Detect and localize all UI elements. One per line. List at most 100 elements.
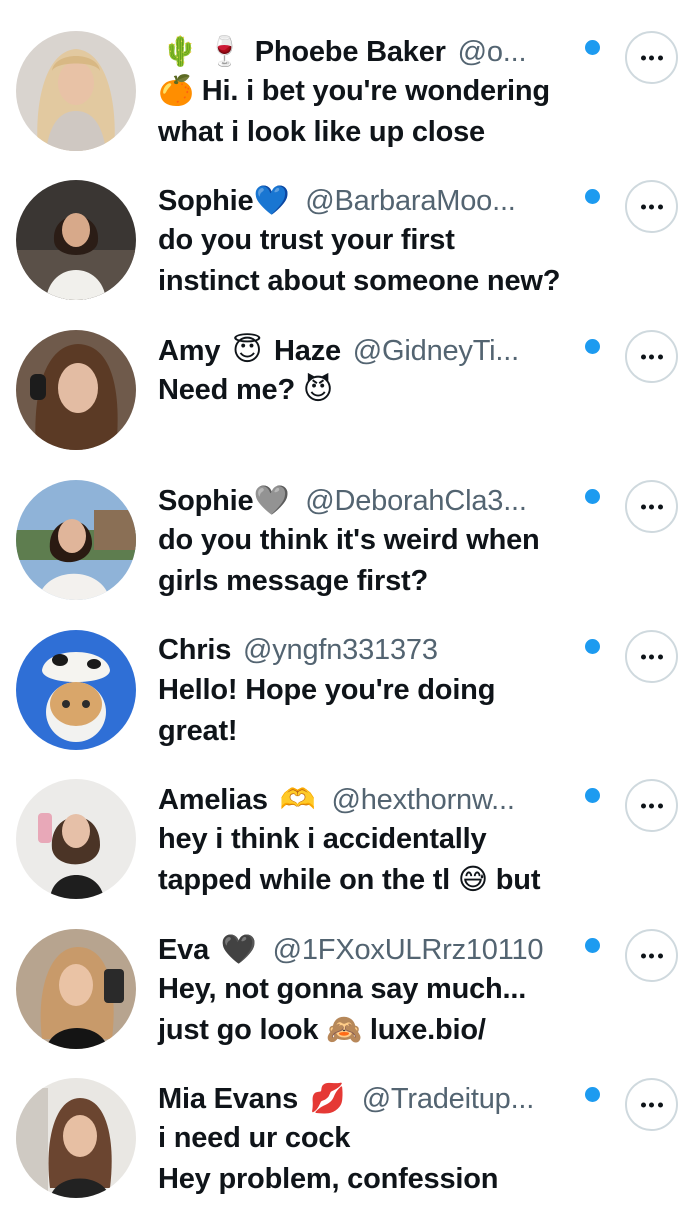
message-line: hey i think i accidentally (158, 823, 487, 855)
more-options-button[interactable] (625, 929, 678, 982)
unread-indicator (585, 788, 600, 803)
unread-indicator (585, 639, 600, 654)
more-dots-icon (640, 953, 663, 958)
message-preview: hey i think i accidentally tapped while … (158, 819, 598, 901)
message-header: Sophie🩶 @DeborahCla3... (158, 480, 598, 520)
more-options-button[interactable] (625, 630, 678, 683)
avatar[interactable] (16, 480, 136, 600)
message-content: Amy 😇 Haze @GidneyTi... Need me? 😈 (158, 330, 598, 411)
more-dots-icon (640, 55, 663, 60)
message-preview: do you think it's weird when girls messa… (158, 520, 598, 602)
user-handle: @o... (457, 36, 527, 68)
avatar[interactable] (16, 180, 136, 300)
unread-indicator (585, 489, 600, 504)
message-preview: i need ur cock Hey problem, confession (158, 1118, 598, 1200)
message-line: just go look 🙈 luxe.bio/ (158, 1014, 486, 1046)
more-options-button[interactable] (625, 180, 678, 233)
avatar[interactable] (16, 1078, 136, 1198)
message-content: Mia Evans 💋 @Tradeitup... i need ur cock… (158, 1078, 598, 1200)
message-list: 🌵 🍷 Phoebe Baker @o... 🍊 Hi. i bet you'r… (0, 0, 697, 1200)
avatar[interactable] (16, 31, 136, 151)
avatar[interactable] (16, 929, 136, 1049)
message-header: Chris @yngfn331373 (158, 630, 598, 670)
user-handle: @GidneyTi... (352, 335, 519, 367)
display-name-suffix: Haze (274, 335, 341, 367)
more-dots-icon (640, 354, 663, 359)
list-item[interactable]: Amy 😇 Haze @GidneyTi... Need me? 😈 (0, 330, 697, 479)
message-header: Amelias 🫶 @hexthornw... (158, 779, 598, 819)
message-line: 🍊 Hi. i bet you're wondering (158, 75, 550, 107)
message-content: Eva 🖤 @1FXoxULRrz10110 Hey, not gonna sa… (158, 929, 598, 1051)
message-content: 🌵 🍷 Phoebe Baker @o... 🍊 Hi. i bet you'r… (158, 31, 598, 153)
avatar[interactable] (16, 330, 136, 450)
unread-indicator (585, 938, 600, 953)
unread-indicator (585, 40, 600, 55)
message-header: 🌵 🍷 Phoebe Baker @o... (158, 31, 598, 71)
angel-face-icon: 😇 (232, 333, 263, 367)
message-line: Need me? 😈 (158, 374, 333, 406)
grey-heart-icon: 🩶 (253, 483, 290, 517)
more-options-button[interactable] (625, 31, 678, 84)
message-line: do you think it's weird when (158, 524, 540, 556)
message-content: Chris @yngfn331373 Hello! Hope you're do… (158, 630, 598, 752)
list-item[interactable]: Eva 🖤 @1FXoxULRrz10110 Hey, not gonna sa… (0, 929, 697, 1078)
message-preview: do you trust your first instinct about s… (158, 220, 598, 302)
message-line: what i look like up close (158, 116, 485, 148)
list-item[interactable]: Sophie💙 @BarbaraMoo... do you trust your… (0, 180, 697, 329)
more-options-button[interactable] (625, 330, 678, 383)
more-options-button[interactable] (625, 480, 678, 533)
more-dots-icon (640, 654, 663, 659)
display-name: Chris (158, 634, 232, 666)
more-dots-icon (640, 204, 663, 209)
list-item[interactable]: Mia Evans 💋 @Tradeitup... i need ur cock… (0, 1078, 697, 1227)
message-line: Hello! Hope you're doing (158, 674, 496, 706)
black-heart-icon: 🖤 (220, 932, 257, 966)
unread-indicator (585, 339, 600, 354)
more-dots-icon (640, 504, 663, 509)
message-line: instinct about someone new? (158, 265, 561, 297)
more-dots-icon (640, 803, 663, 808)
unread-indicator (585, 189, 600, 204)
display-name: Amy (158, 335, 221, 367)
message-line: great! (158, 715, 238, 747)
more-options-button[interactable] (625, 1078, 678, 1131)
user-handle: @yngfn331373 (243, 634, 438, 666)
message-header: Sophie💙 @BarbaraMoo... (158, 180, 598, 220)
message-preview: Hey, not gonna say much... just go look … (158, 969, 598, 1051)
message-line: tapped while on the tl 😅 but (158, 864, 541, 896)
avatar[interactable] (16, 630, 136, 750)
avatar[interactable] (16, 779, 136, 899)
list-item[interactable]: 🌵 🍷 Phoebe Baker @o... 🍊 Hi. i bet you'r… (0, 31, 697, 180)
display-name: Sophie (158, 185, 254, 217)
display-name: Sophie (158, 485, 254, 517)
user-handle: @hexthornw... (331, 784, 515, 816)
list-item[interactable]: Amelias 🫶 @hexthornw... hey i think i ac… (0, 779, 697, 928)
message-preview: Hello! Hope you're doing great! (158, 670, 598, 752)
message-line: Hey, not gonna say much... (158, 973, 527, 1005)
message-line: girls message first? (158, 565, 428, 597)
more-options-button[interactable] (625, 779, 678, 832)
unread-indicator (585, 1087, 600, 1102)
more-dots-icon (640, 1102, 663, 1107)
heart-hands-icon: 🫶 (279, 782, 316, 816)
user-handle: @BarbaraMoo... (305, 185, 516, 217)
display-name: Amelias (158, 784, 268, 816)
heart-icon: 💙 (253, 183, 290, 217)
message-preview: 🍊 Hi. i bet you're wondering what i look… (158, 71, 598, 153)
display-name: Mia Evans (158, 1083, 299, 1115)
message-header: Mia Evans 💋 @Tradeitup... (158, 1078, 598, 1118)
message-line: i need ur cock (158, 1122, 351, 1154)
message-line: do you trust your first (158, 224, 455, 256)
display-name: Eva (158, 934, 209, 966)
message-header: Eva 🖤 @1FXoxULRrz10110 (158, 929, 598, 969)
display-name: Phoebe Baker (254, 36, 446, 68)
message-header: Amy 😇 Haze @GidneyTi... (158, 330, 598, 370)
message-content: Amelias 🫶 @hexthornw... hey i think i ac… (158, 779, 598, 901)
list-item[interactable]: Sophie🩶 @DeborahCla3... do you think it'… (0, 480, 697, 629)
user-handle: @DeborahCla3... (305, 485, 527, 517)
prefix-emoji: 🌵 🍷 (162, 34, 243, 68)
list-item[interactable]: Chris @yngfn331373 Hello! Hope you're do… (0, 630, 697, 779)
message-preview: Need me? 😈 (158, 370, 598, 411)
user-handle: @Tradeitup... (361, 1083, 535, 1115)
message-content: Sophie🩶 @DeborahCla3... do you think it'… (158, 480, 598, 602)
